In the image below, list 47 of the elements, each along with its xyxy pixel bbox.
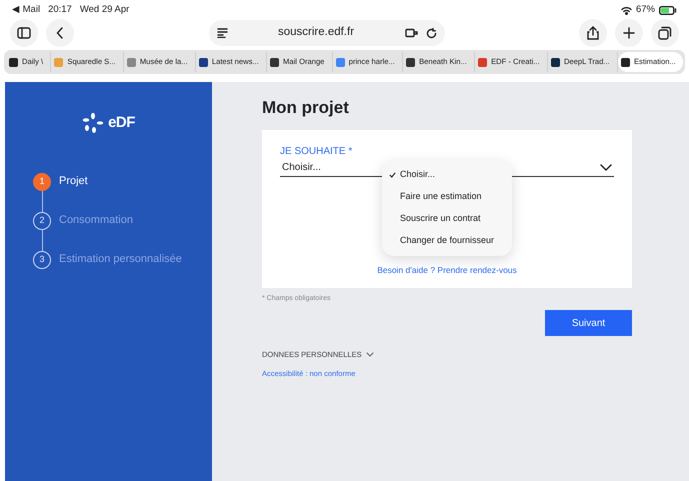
tab-favicon (336, 58, 345, 66)
tabs-icon (658, 26, 672, 40)
field-label: JE SOUHAITE * (280, 144, 354, 158)
wifi-icon (620, 6, 632, 14)
step-number: 3 (33, 250, 51, 268)
step-label[interactable]: Projet (59, 173, 88, 190)
dropdown-option[interactable]: Changer de fournisseur (382, 230, 512, 252)
dropdown-option[interactable]: Choisir... (382, 164, 512, 186)
sidebar-button[interactable] (10, 19, 38, 47)
tab-favicon (270, 58, 280, 66)
next-button[interactable]: Suivant (545, 310, 632, 336)
dropdown-option[interactable]: Faire une estimation (382, 186, 512, 208)
address-bar[interactable]: souscrire.edf.fr (208, 20, 444, 46)
tab-favicon (550, 58, 560, 66)
tab-favicon (478, 58, 488, 66)
sidebar-icon (17, 27, 31, 39)
battery-icon (659, 6, 677, 14)
reload-icon[interactable] (426, 28, 436, 38)
back-button[interactable] (46, 19, 74, 47)
step-number: 1 (33, 172, 51, 190)
edf-logo: eDF (5, 112, 212, 134)
extension-icon[interactable] (404, 28, 418, 38)
tab-favicon (9, 58, 18, 66)
tab-favicon (54, 58, 64, 66)
battery-percentage: 67% (636, 2, 655, 17)
tab-favicon (406, 58, 416, 66)
logo-petals-icon (82, 113, 104, 134)
plus-icon (622, 26, 636, 40)
tab-favicon (620, 58, 630, 66)
status-time: 20:17 (48, 2, 72, 17)
back-to-app-link[interactable]: ◀ Mail (12, 2, 40, 18)
tabs-overview-button[interactable] (651, 19, 679, 47)
step-number: 2 (33, 212, 51, 230)
chevron-down-icon (600, 164, 612, 170)
share-button[interactable] (579, 19, 607, 47)
reader-icon[interactable] (216, 28, 228, 38)
dropdown-option[interactable]: Souscrire un contrat (382, 208, 512, 230)
tab-favicon (126, 58, 136, 66)
url-text: souscrire.edf.fr (278, 25, 354, 40)
chevron-down-icon (366, 352, 374, 358)
share-icon (586, 26, 600, 40)
page-title: Mon projet (262, 97, 350, 119)
back-icon (56, 27, 64, 39)
new-tab-button[interactable] (615, 19, 643, 47)
help-link[interactable]: Besoin d'aide ? Prendre rendez-vous (377, 264, 517, 274)
status-date: Wed 29 Apr (80, 2, 130, 17)
tab-favicon (198, 58, 208, 66)
